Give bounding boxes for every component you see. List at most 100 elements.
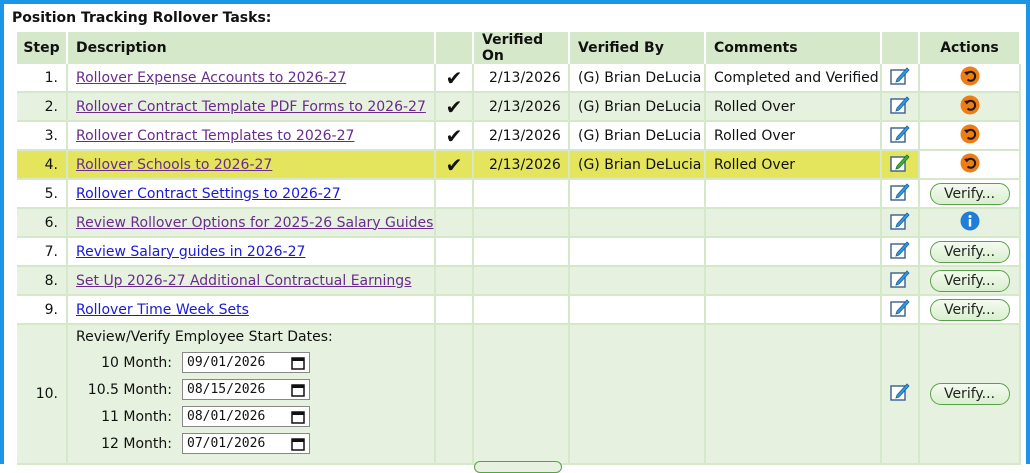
description-cell: Rollover Expense Accounts to 2026-27 [67, 64, 436, 93]
start-date-label: 10.5 Month: [87, 381, 172, 398]
edit-icon[interactable] [890, 298, 910, 322]
verified-on [473, 208, 570, 238]
edit-icon[interactable] [890, 382, 910, 406]
checkmark-icon: ✔ [435, 92, 474, 122]
verified-by [569, 295, 706, 325]
start-date-input[interactable]: 08/01/2026 [182, 406, 310, 427]
description-cell: Rollover Contract Template PDF Forms to … [67, 92, 436, 122]
start-date-row: 10.5 Month: 08/15/2026 [76, 376, 433, 403]
edit-icon[interactable] [890, 95, 910, 119]
start-date-input[interactable]: 08/15/2026 [182, 379, 310, 400]
col-edit [881, 32, 920, 64]
verified-by [569, 208, 706, 238]
edit-cell [881, 295, 920, 325]
undo-icon[interactable] [960, 66, 980, 90]
start-date-input[interactable]: 09/01/2026 [182, 352, 310, 373]
comments: Rolled Over [705, 150, 882, 180]
check-cell [435, 208, 474, 238]
bottom-button-partial[interactable] [474, 461, 562, 473]
col-comments: Comments [705, 32, 882, 64]
table-row: 3. Rollover Contract Templates to 2026-2… [17, 121, 1021, 151]
edit-cell [881, 266, 920, 296]
edit-icon[interactable] [890, 124, 910, 148]
edit-icon[interactable] [890, 182, 910, 206]
checkmark-icon: ✔ [435, 121, 474, 151]
step-number: 6. [17, 208, 68, 238]
task-link[interactable]: Rollover Time Week Sets [76, 302, 249, 318]
edit-cell [881, 208, 920, 238]
task-link[interactable]: Rollover Contract Settings to 2026-27 [76, 186, 341, 202]
edit-cell [881, 237, 920, 267]
step-number: 5. [17, 179, 68, 209]
start-date-label: 11 Month: [101, 408, 172, 425]
verified-on: 2/13/2026 [473, 92, 570, 122]
table-row: 8. Set Up 2026-27 Additional Contractual… [17, 266, 1021, 296]
task-link[interactable]: Review Salary guides in 2026-27 [76, 244, 305, 260]
edit-icon[interactable] [890, 240, 910, 264]
action-cell: Verify... [919, 237, 1021, 267]
edit-cell [881, 92, 920, 122]
table-row: 2. Rollover Contract Template PDF Forms … [17, 92, 1021, 122]
task-link[interactable]: Rollover Contract Templates to 2026-27 [76, 128, 354, 144]
col-step: Step [17, 32, 68, 64]
verify-button[interactable]: Verify... [929, 182, 1010, 205]
calendar-icon[interactable] [291, 437, 305, 451]
task-link[interactable]: Rollover Expense Accounts to 2026-27 [76, 70, 346, 86]
calendar-icon[interactable] [291, 383, 305, 397]
comments: Rolled Over [705, 92, 882, 122]
action-cell: Verify... [919, 324, 1021, 465]
table-row: 5. Rollover Contract Settings to 2026-27… [17, 179, 1021, 209]
comments: Rolled Over [705, 121, 882, 151]
edit-cell [881, 150, 920, 180]
edit-icon[interactable] [890, 269, 910, 293]
check-cell [435, 266, 474, 296]
task-link[interactable]: Rollover Schools to 2026-27 [76, 157, 272, 173]
checkmark-icon: ✔ [435, 64, 474, 93]
verify-button[interactable]: Verify... [929, 240, 1010, 263]
comments [705, 295, 882, 325]
action-cell: Verify... [919, 179, 1021, 209]
verify-button[interactable]: Verify... [929, 383, 1010, 405]
description-cell: Set Up 2026-27 Additional Contractual Ea… [67, 266, 436, 296]
undo-icon[interactable] [960, 95, 980, 119]
start-date-value: 08/01/2026 [187, 409, 266, 424]
start-date-input[interactable]: 07/01/2026 [182, 433, 310, 454]
edit-icon[interactable] [890, 211, 910, 235]
comments [705, 237, 882, 267]
task-link[interactable]: Set Up 2026-27 Additional Contractual Ea… [76, 273, 411, 289]
verified-by: (G) Brian DeLucia [569, 64, 706, 93]
comments [705, 179, 882, 209]
comments [705, 324, 882, 465]
col-actions: Actions [919, 32, 1021, 64]
verify-button[interactable]: Verify... [929, 269, 1010, 292]
description-cell: Rollover Contract Templates to 2026-27 [67, 121, 436, 151]
verified-on: 2/13/2026 [473, 121, 570, 151]
description-cell: Review Rollover Options for 2025-26 Sala… [67, 208, 436, 238]
step-number: 2. [17, 92, 68, 122]
edit-icon[interactable] [890, 66, 910, 90]
step-number: 4. [17, 150, 68, 180]
info-icon[interactable] [960, 211, 980, 235]
table-row: 7. Review Salary guides in 2026-27 Verif… [17, 237, 1021, 267]
edit-icon[interactable] [890, 153, 910, 177]
description-cell: Rollover Schools to 2026-27 [67, 150, 436, 180]
calendar-icon[interactable] [291, 410, 305, 424]
panel-title: Position Tracking Rollover Tasks: [12, 10, 272, 26]
task-link[interactable]: Review Rollover Options for 2025-26 Sala… [76, 215, 433, 231]
start-dates-title: Review/Verify Employee Start Dates: [76, 329, 333, 345]
verified-on: 2/13/2026 [473, 150, 570, 180]
undo-icon[interactable] [960, 124, 980, 148]
task-link[interactable]: Rollover Contract Template PDF Forms to … [76, 99, 426, 115]
undo-icon[interactable] [960, 153, 980, 177]
start-dates-block: Review/Verify Employee Start Dates: 10 M… [76, 325, 433, 462]
check-cell [435, 324, 474, 465]
description-cell: Rollover Contract Settings to 2026-27 [67, 179, 436, 209]
step-number: 3. [17, 121, 68, 151]
start-date-value: 08/15/2026 [187, 382, 266, 397]
start-date-row: 12 Month: 07/01/2026 [76, 430, 433, 457]
verify-button[interactable]: Verify... [929, 298, 1010, 321]
verified-by: (G) Brian DeLucia [569, 150, 706, 180]
col-verified-on: Verified On [473, 32, 570, 64]
calendar-icon[interactable] [291, 356, 305, 370]
description-cell: Review Salary guides in 2026-27 [67, 237, 436, 267]
